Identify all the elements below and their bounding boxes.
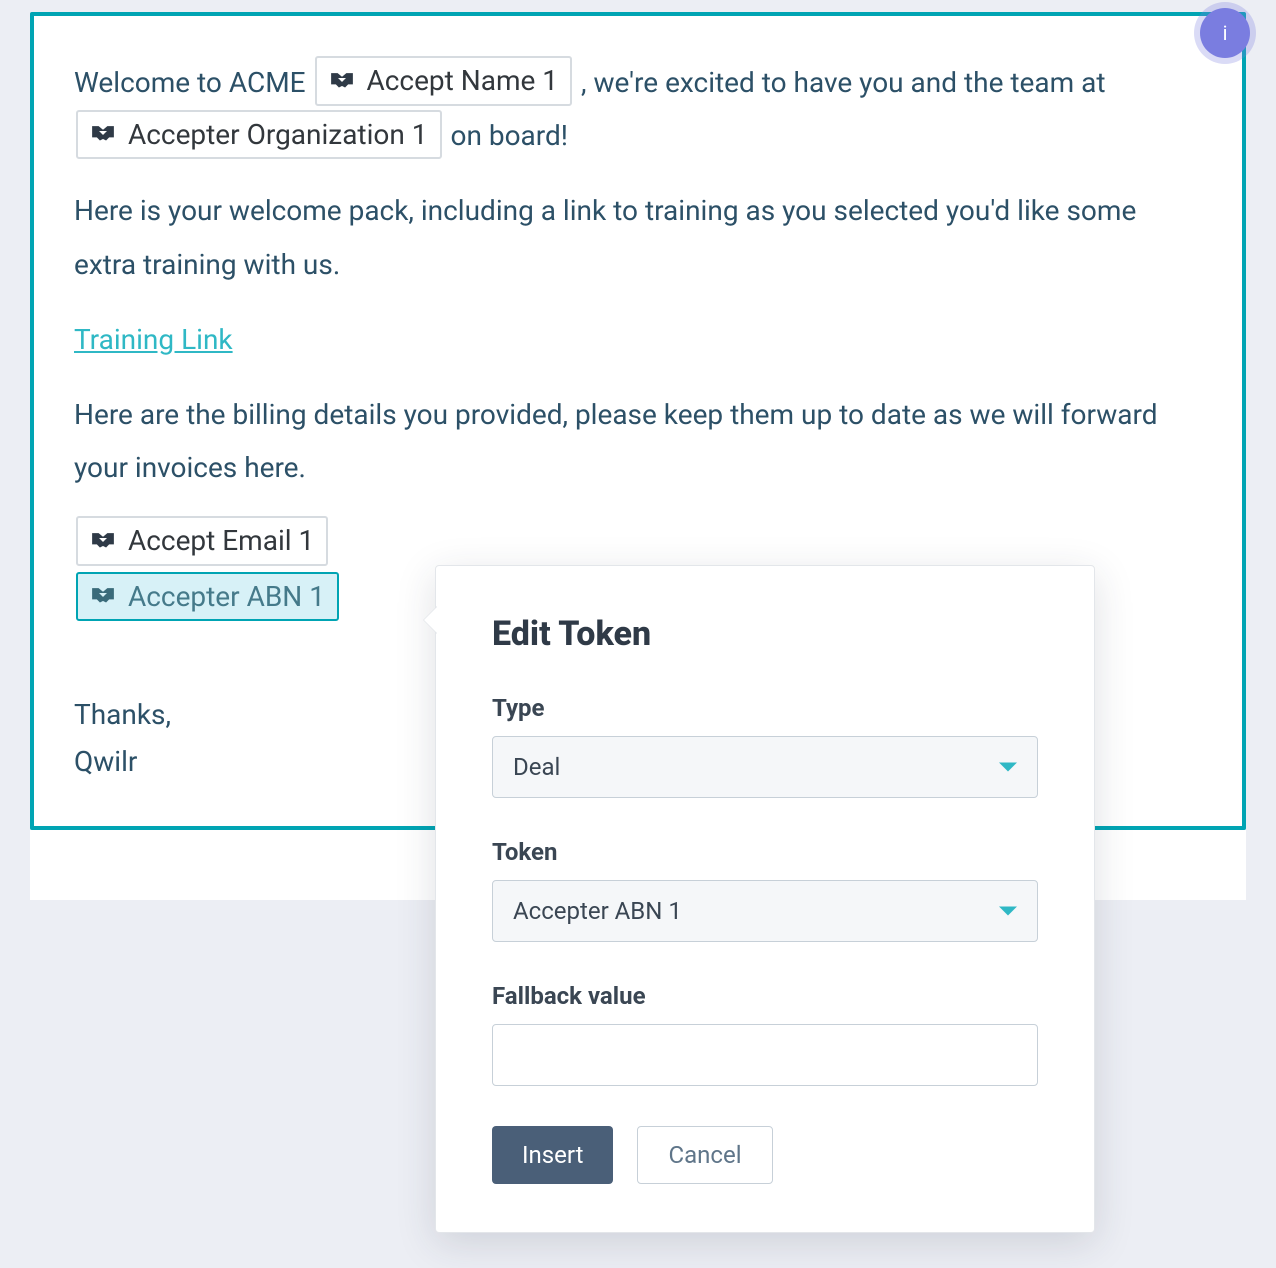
token-group: Token Accepter ABN 1 (492, 838, 1038, 942)
fallback-label: Fallback value (492, 982, 1038, 1010)
token-label: Accept Email 1 (128, 521, 314, 560)
training-link[interactable]: Training Link (74, 313, 233, 366)
chevron-down-icon (999, 907, 1017, 916)
token-accept-name[interactable]: Accept Name 1 (315, 56, 573, 105)
token-select-label: Token (492, 838, 1038, 866)
welcome-suffix: on board! (450, 119, 568, 152)
token-accepter-org[interactable]: Accepter Organization 1 (76, 110, 442, 159)
chevron-down-icon (999, 763, 1017, 772)
button-row: Insert Cancel (492, 1126, 1038, 1184)
welcome-prefix: Welcome to ACME (74, 66, 313, 99)
token-value: Accepter ABN 1 (513, 897, 682, 925)
fallback-input[interactable] (492, 1024, 1038, 1086)
cancel-button[interactable]: Cancel (637, 1126, 772, 1184)
token-label: Accepter ABN 1 (128, 577, 325, 616)
fallback-group: Fallback value (492, 982, 1038, 1086)
type-group: Type Deal (492, 694, 1038, 798)
handshake-icon (327, 70, 357, 92)
handshake-icon (88, 530, 118, 552)
billing-paragraph: Here are the billing details you provide… (74, 388, 1202, 494)
popover-title: Edit Token (492, 614, 1038, 654)
popover-arrow (424, 606, 438, 634)
insert-button[interactable]: Insert (492, 1126, 613, 1184)
welcome-mid: , we're excited to have you and the team… (581, 66, 1106, 99)
type-value: Deal (513, 753, 560, 781)
handshake-icon (88, 585, 118, 607)
welcome-paragraph: Welcome to ACME Accept Name 1 , we're ex… (74, 56, 1202, 162)
type-label: Type (492, 694, 1038, 722)
edit-token-popover: Edit Token Type Deal Token Accepter ABN … (435, 565, 1095, 1233)
pack-paragraph: Here is your welcome pack, including a l… (74, 184, 1202, 290)
type-select[interactable]: Deal (492, 736, 1038, 798)
token-select[interactable]: Accepter ABN 1 (492, 880, 1038, 942)
token-accept-email[interactable]: Accept Email 1 (76, 516, 328, 565)
info-badge[interactable]: i (1200, 8, 1250, 58)
token-label: Accepter Organization 1 (128, 115, 428, 154)
token-accepter-abn[interactable]: Accepter ABN 1 (76, 572, 339, 621)
token-label: Accept Name 1 (367, 61, 559, 100)
handshake-icon (88, 123, 118, 145)
info-icon: i (1223, 21, 1228, 45)
